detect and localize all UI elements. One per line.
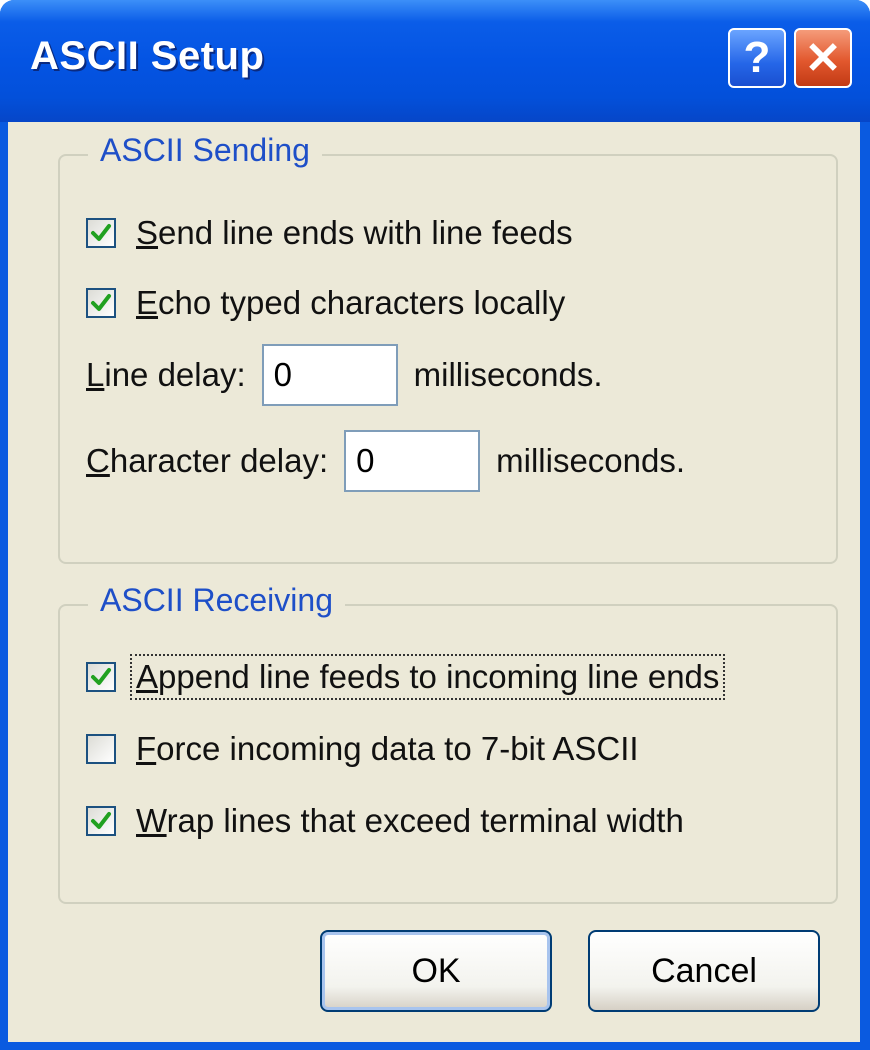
line-delay-input[interactable]: 0	[261, 344, 398, 406]
append-line-feeds-checkbox[interactable]	[86, 662, 116, 692]
line-delay-row: Line delay: 0 milliseconds.	[86, 344, 603, 406]
character-delay-label: Character delay:	[86, 442, 328, 480]
line-delay-unit: milliseconds.	[413, 356, 603, 393]
character-delay-unit: milliseconds.	[496, 442, 686, 479]
wrap-lines-checkbox-row[interactable]: Wrap lines that exceed terminal width	[86, 802, 684, 840]
send-line-ends-text: end line ends with line feeds	[158, 214, 573, 251]
append-line-feeds-checkbox-row[interactable]: Append line feeds to incoming line ends	[86, 654, 726, 700]
character-delay-mnemonic: C	[86, 442, 110, 479]
character-delay-text: haracter delay:	[109, 442, 329, 479]
force-7bit-mnemonic: F	[136, 730, 157, 767]
send-line-ends-checkbox[interactable]	[86, 218, 116, 248]
send-line-ends-mnemonic: S	[136, 214, 159, 251]
append-line-feeds-label: Append line feeds to incoming line ends	[130, 654, 726, 700]
close-button[interactable]: ✕	[794, 28, 852, 88]
echo-typed-text: cho typed characters locally	[158, 284, 566, 321]
force-7bit-text: orce incoming data to 7-bit ASCII	[156, 730, 639, 767]
echo-typed-label: Echo typed characters locally	[136, 284, 565, 322]
dialog-body: ASCII Sending Send line ends with line f…	[8, 122, 860, 1042]
append-line-feeds-mnemonic: A	[136, 658, 159, 695]
checkmark-icon	[91, 812, 111, 829]
send-line-ends-label: Send line ends with line feeds	[136, 214, 573, 252]
dialog-window: ASCII Setup ? ✕ ASCII Sending Send line …	[0, 0, 870, 1050]
wrap-lines-checkbox[interactable]	[86, 806, 116, 836]
append-line-feeds-text: ppend line feeds to incoming line ends	[158, 658, 720, 695]
echo-typed-mnemonic: E	[136, 284, 159, 321]
send-line-ends-checkbox-row[interactable]: Send line ends with line feeds	[86, 214, 573, 252]
line-delay-mnemonic: L	[86, 356, 105, 393]
checkmark-icon	[91, 224, 111, 241]
character-delay-row: Character delay: 0 milliseconds.	[86, 430, 685, 492]
window-title: ASCII Setup	[30, 34, 265, 78]
checkmark-icon	[91, 294, 111, 311]
character-delay-input[interactable]: 0	[344, 430, 481, 492]
ascii-sending-group: ASCII Sending Send line ends with line f…	[58, 132, 838, 564]
echo-typed-checkbox-row[interactable]: Echo typed characters locally	[86, 284, 565, 322]
cancel-button[interactable]: Cancel	[588, 930, 820, 1012]
wrap-lines-mnemonic: W	[136, 802, 167, 839]
force-7bit-checkbox[interactable]	[86, 734, 116, 764]
echo-typed-checkbox[interactable]	[86, 288, 116, 318]
ascii-receiving-group: ASCII Receiving Append line feeds to inc…	[58, 582, 838, 904]
ascii-receiving-legend: ASCII Receiving	[88, 582, 345, 619]
force-7bit-checkbox-row[interactable]: Force incoming data to 7-bit ASCII	[86, 730, 639, 768]
title-bar[interactable]: ASCII Setup ? ✕	[0, 0, 870, 122]
force-7bit-label: Force incoming data to 7-bit ASCII	[136, 730, 639, 768]
help-button[interactable]: ?	[728, 28, 786, 88]
wrap-lines-label: Wrap lines that exceed terminal width	[136, 802, 684, 840]
line-delay-label: Line delay:	[86, 356, 246, 394]
help-icon: ?	[743, 33, 771, 82]
line-delay-text: ine delay:	[104, 356, 246, 393]
ok-button[interactable]: OK	[320, 930, 552, 1012]
close-icon: ✕	[804, 33, 842, 83]
ascii-sending-legend: ASCII Sending	[88, 132, 322, 169]
checkmark-icon	[91, 668, 111, 685]
wrap-lines-text: rap lines that exceed terminal width	[166, 802, 684, 839]
